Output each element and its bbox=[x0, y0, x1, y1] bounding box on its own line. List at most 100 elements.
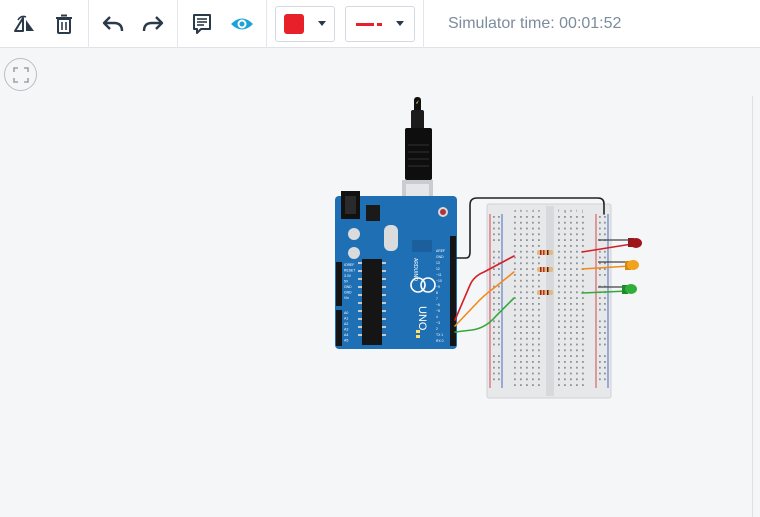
breadboard-hole[interactable] bbox=[520, 216, 522, 218]
breadboard-hole[interactable] bbox=[538, 274, 540, 276]
breadboard-hole[interactable] bbox=[526, 216, 528, 218]
breadboard-hole[interactable] bbox=[576, 303, 578, 305]
breadboard-hole[interactable] bbox=[570, 372, 572, 375]
breadboard-hole[interactable] bbox=[604, 355, 606, 357]
breadboard-hole[interactable] bbox=[493, 378, 495, 381]
breadboard-hole[interactable] bbox=[558, 291, 560, 294]
breadboard-hole[interactable] bbox=[532, 355, 534, 357]
breadboard-hole[interactable] bbox=[576, 337, 578, 340]
breadboard-hole[interactable] bbox=[570, 239, 572, 241]
breadboard-hole[interactable] bbox=[526, 233, 528, 236]
breadboard-hole[interactable] bbox=[576, 216, 578, 218]
breadboard-hole[interactable] bbox=[493, 332, 495, 334]
breadboard-hole[interactable] bbox=[604, 297, 606, 299]
breadboard-hole[interactable] bbox=[582, 239, 584, 241]
breadboard-hole[interactable] bbox=[498, 268, 500, 270]
breadboard-hole[interactable] bbox=[564, 343, 566, 346]
breadboard-hole[interactable] bbox=[514, 320, 516, 323]
breadboard-hole[interactable] bbox=[514, 355, 516, 357]
breadboard-hole[interactable] bbox=[582, 372, 584, 375]
breadboard-hole[interactable] bbox=[520, 308, 522, 311]
breadboard-hole[interactable] bbox=[520, 303, 522, 305]
breadboard-hole[interactable] bbox=[538, 256, 540, 259]
breadboard-hole[interactable] bbox=[576, 297, 578, 299]
breadboard-hole[interactable] bbox=[558, 332, 560, 334]
breadboard-hole[interactable] bbox=[532, 303, 534, 305]
breadboard-hole[interactable] bbox=[570, 314, 572, 317]
breadboard-hole[interactable] bbox=[498, 343, 500, 346]
breadboard-hole[interactable] bbox=[493, 303, 495, 305]
breadboard-hole[interactable] bbox=[558, 250, 560, 253]
breadboard-hole[interactable] bbox=[493, 361, 495, 363]
breadboard-hole[interactable] bbox=[538, 221, 540, 224]
breadboard-hole[interactable] bbox=[498, 233, 500, 236]
breadboard-hole[interactable] bbox=[582, 332, 584, 334]
breadboard-hole[interactable] bbox=[564, 233, 566, 236]
breadboard-hole[interactable] bbox=[514, 308, 516, 311]
breadboard-hole[interactable] bbox=[582, 320, 584, 323]
breadboard-hole[interactable] bbox=[493, 291, 495, 294]
breadboard-hole[interactable] bbox=[514, 245, 516, 247]
breadboard-hole[interactable] bbox=[599, 233, 601, 236]
breadboard-hole[interactable] bbox=[538, 308, 540, 311]
breadboard-hole[interactable] bbox=[514, 349, 516, 352]
breadboard-hole[interactable] bbox=[514, 262, 516, 265]
breadboard-hole[interactable] bbox=[570, 384, 572, 386]
breadboard-hole[interactable] bbox=[582, 227, 584, 230]
breadboard-hole[interactable] bbox=[558, 355, 560, 357]
line-style-dropdown[interactable] bbox=[345, 5, 415, 42]
breadboard-hole[interactable] bbox=[526, 366, 528, 369]
breadboard-hole[interactable] bbox=[493, 216, 495, 218]
breadboard-hole[interactable] bbox=[564, 256, 566, 259]
breadboard-hole[interactable] bbox=[493, 233, 495, 236]
breadboard-hole[interactable] bbox=[576, 285, 578, 288]
breadboard-hole[interactable] bbox=[576, 233, 578, 236]
breadboard-hole[interactable] bbox=[564, 378, 566, 381]
breadboard-hole[interactable] bbox=[564, 349, 566, 352]
breadboard-hole[interactable] bbox=[576, 314, 578, 317]
breadboard-hole[interactable] bbox=[558, 285, 560, 288]
breadboard-hole[interactable] bbox=[558, 361, 560, 363]
breadboard-hole[interactable] bbox=[558, 262, 560, 265]
breadboard-hole[interactable] bbox=[604, 372, 606, 375]
fill-color-dropdown[interactable] bbox=[275, 5, 335, 42]
breadboard-hole[interactable] bbox=[526, 314, 528, 317]
breadboard-hole[interactable] bbox=[498, 355, 500, 357]
breadboard-hole[interactable] bbox=[576, 268, 578, 270]
breadboard-hole[interactable] bbox=[558, 239, 560, 241]
breadboard-hole[interactable] bbox=[532, 297, 534, 299]
breadboard-hole[interactable] bbox=[604, 221, 606, 224]
breadboard-hole[interactable] bbox=[576, 372, 578, 375]
breadboard-hole[interactable] bbox=[514, 279, 516, 282]
breadboard-hole[interactable] bbox=[538, 372, 540, 375]
breadboard-hole[interactable] bbox=[520, 297, 522, 299]
breadboard-hole[interactable] bbox=[582, 337, 584, 340]
breadboard-hole[interactable] bbox=[576, 349, 578, 352]
breadboard-hole[interactable] bbox=[498, 216, 500, 218]
breadboard-hole[interactable] bbox=[520, 279, 522, 282]
breadboard-hole[interactable] bbox=[576, 274, 578, 276]
breadboard-hole[interactable] bbox=[604, 326, 606, 328]
breadboard-hole[interactable] bbox=[558, 268, 560, 270]
breadboard-hole[interactable] bbox=[576, 361, 578, 363]
breadboard-hole[interactable] bbox=[576, 308, 578, 311]
breadboard-hole[interactable] bbox=[538, 320, 540, 323]
breadboard-hole[interactable] bbox=[520, 233, 522, 236]
breadboard-hole[interactable] bbox=[514, 378, 516, 381]
breadboard-hole[interactable] bbox=[570, 262, 572, 265]
breadboard-hole[interactable] bbox=[576, 221, 578, 224]
breadboard-hole[interactable] bbox=[532, 256, 534, 259]
breadboard-hole[interactable] bbox=[514, 227, 516, 230]
breadboard-hole[interactable] bbox=[564, 250, 566, 253]
breadboard-hole[interactable] bbox=[564, 239, 566, 241]
breadboard-hole[interactable] bbox=[526, 337, 528, 340]
breadboard-hole[interactable] bbox=[520, 384, 522, 386]
breadboard-hole[interactable] bbox=[599, 308, 601, 311]
breadboard-hole[interactable] bbox=[576, 262, 578, 265]
breadboard-hole[interactable] bbox=[564, 274, 566, 276]
breadboard-hole[interactable] bbox=[532, 268, 534, 270]
breadboard-hole[interactable] bbox=[582, 256, 584, 259]
breadboard-hole[interactable] bbox=[564, 355, 566, 357]
breadboard-hole[interactable] bbox=[532, 233, 534, 236]
breadboard-hole[interactable] bbox=[538, 233, 540, 236]
